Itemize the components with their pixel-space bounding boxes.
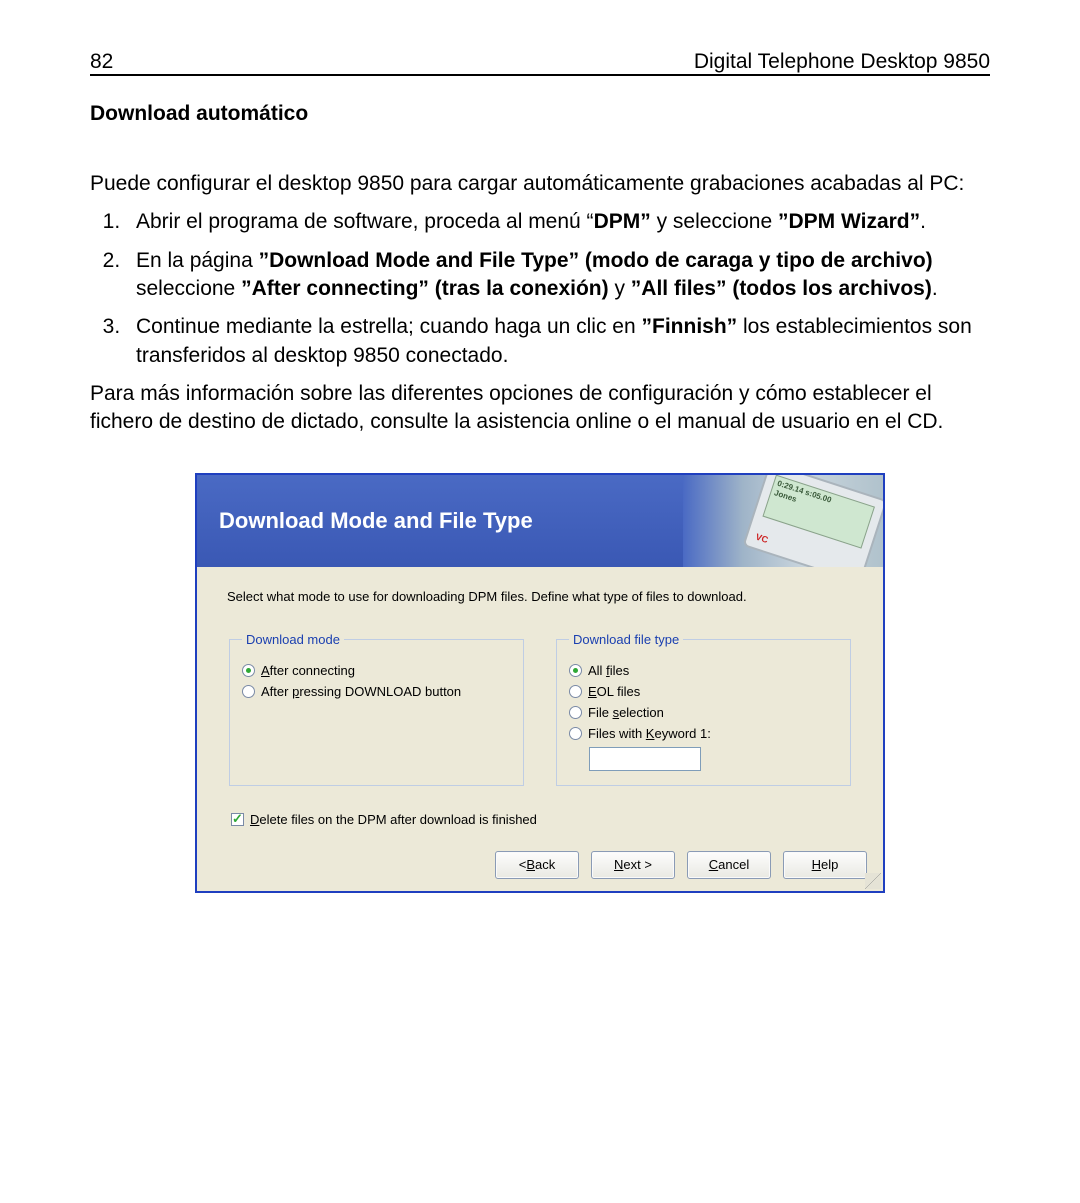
text: Files with: [588, 726, 646, 741]
radio-label: After connecting: [261, 663, 355, 678]
bold: ”After connecting” (tras la conexión): [241, 277, 609, 300]
radio-icon: [242, 664, 255, 677]
resize-grip-icon: [865, 873, 881, 889]
step-1: Abrir el programa de software, proceda a…: [126, 208, 990, 236]
text: <: [519, 857, 527, 872]
mnemonic: D: [250, 812, 259, 827]
text: En la página: [136, 249, 259, 272]
text: y: [609, 277, 631, 300]
radio-icon: [569, 727, 582, 740]
wizard-body: Select what mode to use for downloading …: [197, 567, 883, 841]
radio-after-connecting[interactable]: After connecting: [242, 663, 507, 678]
mnemonic: N: [614, 857, 623, 872]
wizard-title: Download Mode and File Type: [219, 508, 533, 534]
group-download-file-type: Download file type All files EOL files F…: [556, 632, 851, 786]
header-rule: [90, 74, 990, 76]
radio-icon: [569, 706, 582, 719]
wizard-instruction: Select what mode to use for downloading …: [227, 589, 853, 604]
bold: ”Finnish”: [642, 315, 738, 338]
device-screen: 0:29.14 s:05.00 Jones: [762, 475, 875, 549]
checkbox-icon: [231, 813, 244, 826]
wizard-header: Download Mode and File Type 0:29.14 s:05…: [197, 475, 883, 567]
radio-label: Files with Keyword 1:: [588, 726, 711, 741]
text: All: [588, 663, 606, 678]
step-2: En la página ”Download Mode and File Typ…: [126, 247, 990, 304]
bold: ”All files” (todos los archivos): [631, 277, 932, 300]
doc-title: Digital Telephone Desktop 9850: [694, 50, 990, 74]
text: File: [588, 705, 613, 720]
steps-list: Abrir el programa de software, proceda a…: [90, 208, 990, 370]
mnemonic: H: [812, 857, 821, 872]
radio-label: After pressing DOWNLOAD button: [261, 684, 461, 699]
device-illustration: 0:29.14 s:05.00 Jones VC: [742, 475, 883, 567]
text: Abrir el programa de software, proceda a…: [136, 210, 594, 233]
radio-after-pressing-download[interactable]: After pressing DOWNLOAD button: [242, 684, 507, 699]
text: fter connecting: [270, 663, 355, 678]
outro-text: Para más información sobre las diferente…: [90, 380, 990, 437]
group-legend: Download mode: [242, 632, 344, 647]
checkbox-label: Delete files on the DPM after download i…: [250, 812, 537, 827]
text: OL files: [597, 684, 641, 699]
mnemonic: B: [526, 857, 535, 872]
cancel-button[interactable]: Cancel: [687, 851, 771, 879]
text: y seleccione: [651, 210, 778, 233]
radio-label: EOL files: [588, 684, 640, 699]
text: .: [920, 210, 926, 233]
checkbox-delete-after-download[interactable]: Delete files on the DPM after download i…: [231, 812, 853, 827]
bold: ”Download Mode and File Type” (modo de c…: [259, 249, 933, 272]
text: elp: [821, 857, 838, 872]
text: elete files on the DPM after download is…: [259, 812, 537, 827]
text: Continue mediante la estrella; cuando ha…: [136, 315, 642, 338]
radio-icon: [569, 664, 582, 677]
document-page: 82 Digital Telephone Desktop 9850 Downlo…: [0, 0, 1080, 1203]
text: iles: [610, 663, 630, 678]
text: After: [261, 684, 292, 699]
text: .: [932, 277, 938, 300]
bold: ”DPM Wizard”: [778, 210, 920, 233]
device-logo: VC: [754, 531, 769, 544]
radio-icon: [569, 685, 582, 698]
text: ancel: [718, 857, 749, 872]
section-title: Download automático: [90, 102, 990, 126]
wizard-screenshot-wrap: Download Mode and File Type 0:29.14 s:05…: [90, 473, 990, 893]
text: election: [619, 705, 664, 720]
wizard-window: Download Mode and File Type 0:29.14 s:05…: [195, 473, 885, 893]
help-button[interactable]: Help: [783, 851, 867, 879]
text: ressing DOWNLOAD button: [299, 684, 461, 699]
text: eyword 1:: [654, 726, 710, 741]
radio-eol-files[interactable]: EOL files: [569, 684, 834, 699]
wizard-fields: Download mode After connecting After pre…: [227, 632, 853, 786]
radio-label: File selection: [588, 705, 664, 720]
page-number: 82: [90, 50, 113, 74]
keyword-input[interactable]: [589, 747, 701, 771]
radio-label: All files: [588, 663, 629, 678]
radio-all-files[interactable]: All files: [569, 663, 834, 678]
step-3: Continue mediante la estrella; cuando ha…: [126, 313, 990, 370]
group-download-mode: Download mode After connecting After pre…: [229, 632, 524, 786]
radio-icon: [242, 685, 255, 698]
radio-files-with-keyword[interactable]: Files with Keyword 1:: [569, 726, 834, 741]
text: seleccione: [136, 277, 241, 300]
text: ack: [535, 857, 555, 872]
intro-text: Puede configurar el desktop 9850 para ca…: [90, 170, 990, 198]
mnemonic: E: [588, 684, 597, 699]
text: ext >: [623, 857, 652, 872]
wizard-header-image: 0:29.14 s:05.00 Jones VC: [683, 475, 883, 567]
bold: DPM”: [594, 210, 651, 233]
back-button[interactable]: < Back: [495, 851, 579, 879]
group-legend: Download file type: [569, 632, 683, 647]
mnemonic: C: [709, 857, 718, 872]
radio-file-selection[interactable]: File selection: [569, 705, 834, 720]
mnemonic: A: [261, 663, 270, 678]
wizard-button-row: < Back Next > Cancel Help: [197, 841, 883, 891]
next-button[interactable]: Next >: [591, 851, 675, 879]
